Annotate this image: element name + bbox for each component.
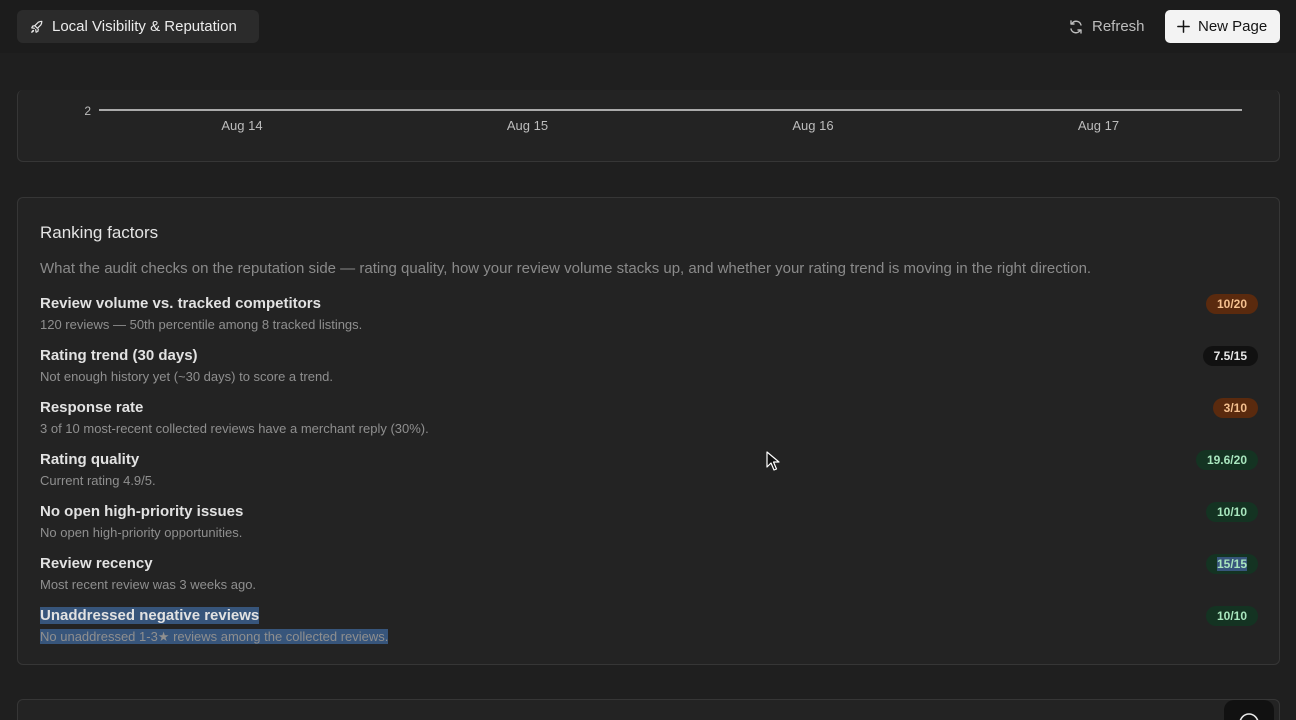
factor-row: No open high-priority issues No open hig… [40,502,1258,547]
refresh-button[interactable]: Refresh [1064,10,1154,43]
chat-button[interactable] [1224,700,1274,720]
mouse-cursor-icon [766,451,780,471]
factor-row: Rating trend (30 days) Not enough histor… [40,346,1258,391]
factor-subtitle: Not enough history yet (~30 days) to sco… [40,369,334,384]
factor-row: Rating quality Current rating 4.9/5. 19.… [40,450,1258,495]
chart-card: 2 Aug 14 Aug 15 Aug 16 Aug 17 [17,90,1280,162]
factor-row: Unaddressed negative reviews No unaddres… [40,606,1258,651]
selected-factor-subtitle: No unaddressed 1-3★ reviews among the co… [40,629,389,644]
top-bar: Local Visibility & Reputation Refresh Ne… [0,0,1296,53]
chat-icon [1239,713,1259,720]
score-badge: 15/15 [1205,554,1258,574]
factor-title: Review recency [40,555,153,572]
factor-row: Review recency Most recent review was 3 … [40,554,1258,599]
new-page-button[interactable]: New Page [1165,10,1280,43]
factor-subtitle: Current rating 4.9/5. [40,473,156,488]
score-badge: 10/10 [1205,606,1258,626]
factor-row: Response rate 3 of 10 most-recent collec… [40,398,1258,443]
y-tick-label: 2 [84,104,91,118]
ranking-factors-card: Ranking factors What the audit checks on… [17,197,1280,665]
next-card [17,699,1280,720]
score-badge: 19.6/20 [1195,450,1258,470]
ranking-description: What the audit checks on the reputation … [40,260,1092,277]
factor-title: Review volume vs. tracked competitors [40,295,321,312]
refresh-icon [1070,19,1082,34]
x-tick-label: Aug 14 [221,118,262,133]
factor-title: Rating quality [40,451,140,468]
plus-icon [1177,20,1190,33]
score-badge: 7.5/15 [1202,346,1258,366]
page-tab[interactable]: Local Visibility & Reputation [17,10,259,43]
factor-title: No open high-priority issues [40,503,244,520]
factor-title: Rating trend (30 days) [40,347,198,364]
x-tick-label: Aug 16 [792,118,833,133]
factor-subtitle: No unaddressed 1-3★ reviews among the co… [40,629,389,645]
x-axis: Aug 14 Aug 15 Aug 16 Aug 17 [221,118,1119,133]
factor-subtitle: Most recent review was 3 weeks ago. [40,577,257,592]
score-badge: 10/20 [1205,294,1258,314]
new-page-label: New Page [1198,18,1268,35]
rocket-icon [31,20,43,33]
x-tick-label: Aug 17 [1078,118,1119,133]
factor-row: Review volume vs. tracked competitors 12… [40,294,1258,339]
score-badge: 3/10 [1212,398,1258,418]
factor-subtitle: 120 reviews — 50th percentile among 8 tr… [40,317,363,332]
x-tick-label: Aug 15 [507,118,548,133]
factor-subtitle: 3 of 10 most-recent collected reviews ha… [40,421,429,436]
score-badge: 10/10 [1205,502,1258,522]
factor-title: Response rate [40,399,144,416]
selected-score-text: 15/15 [1216,557,1247,571]
selected-factor-title: Unaddressed negative reviews [40,607,260,624]
factor-subtitle: No open high-priority opportunities. [40,525,243,540]
line-chart: 2 Aug 14 Aug 15 Aug 16 Aug 17 [84,104,1242,133]
refresh-label: Refresh [1092,18,1145,35]
ranking-title: Ranking factors [40,223,159,242]
factor-title: Unaddressed negative reviews [40,607,260,624]
page-tab-label: Local Visibility & Reputation [52,18,237,35]
